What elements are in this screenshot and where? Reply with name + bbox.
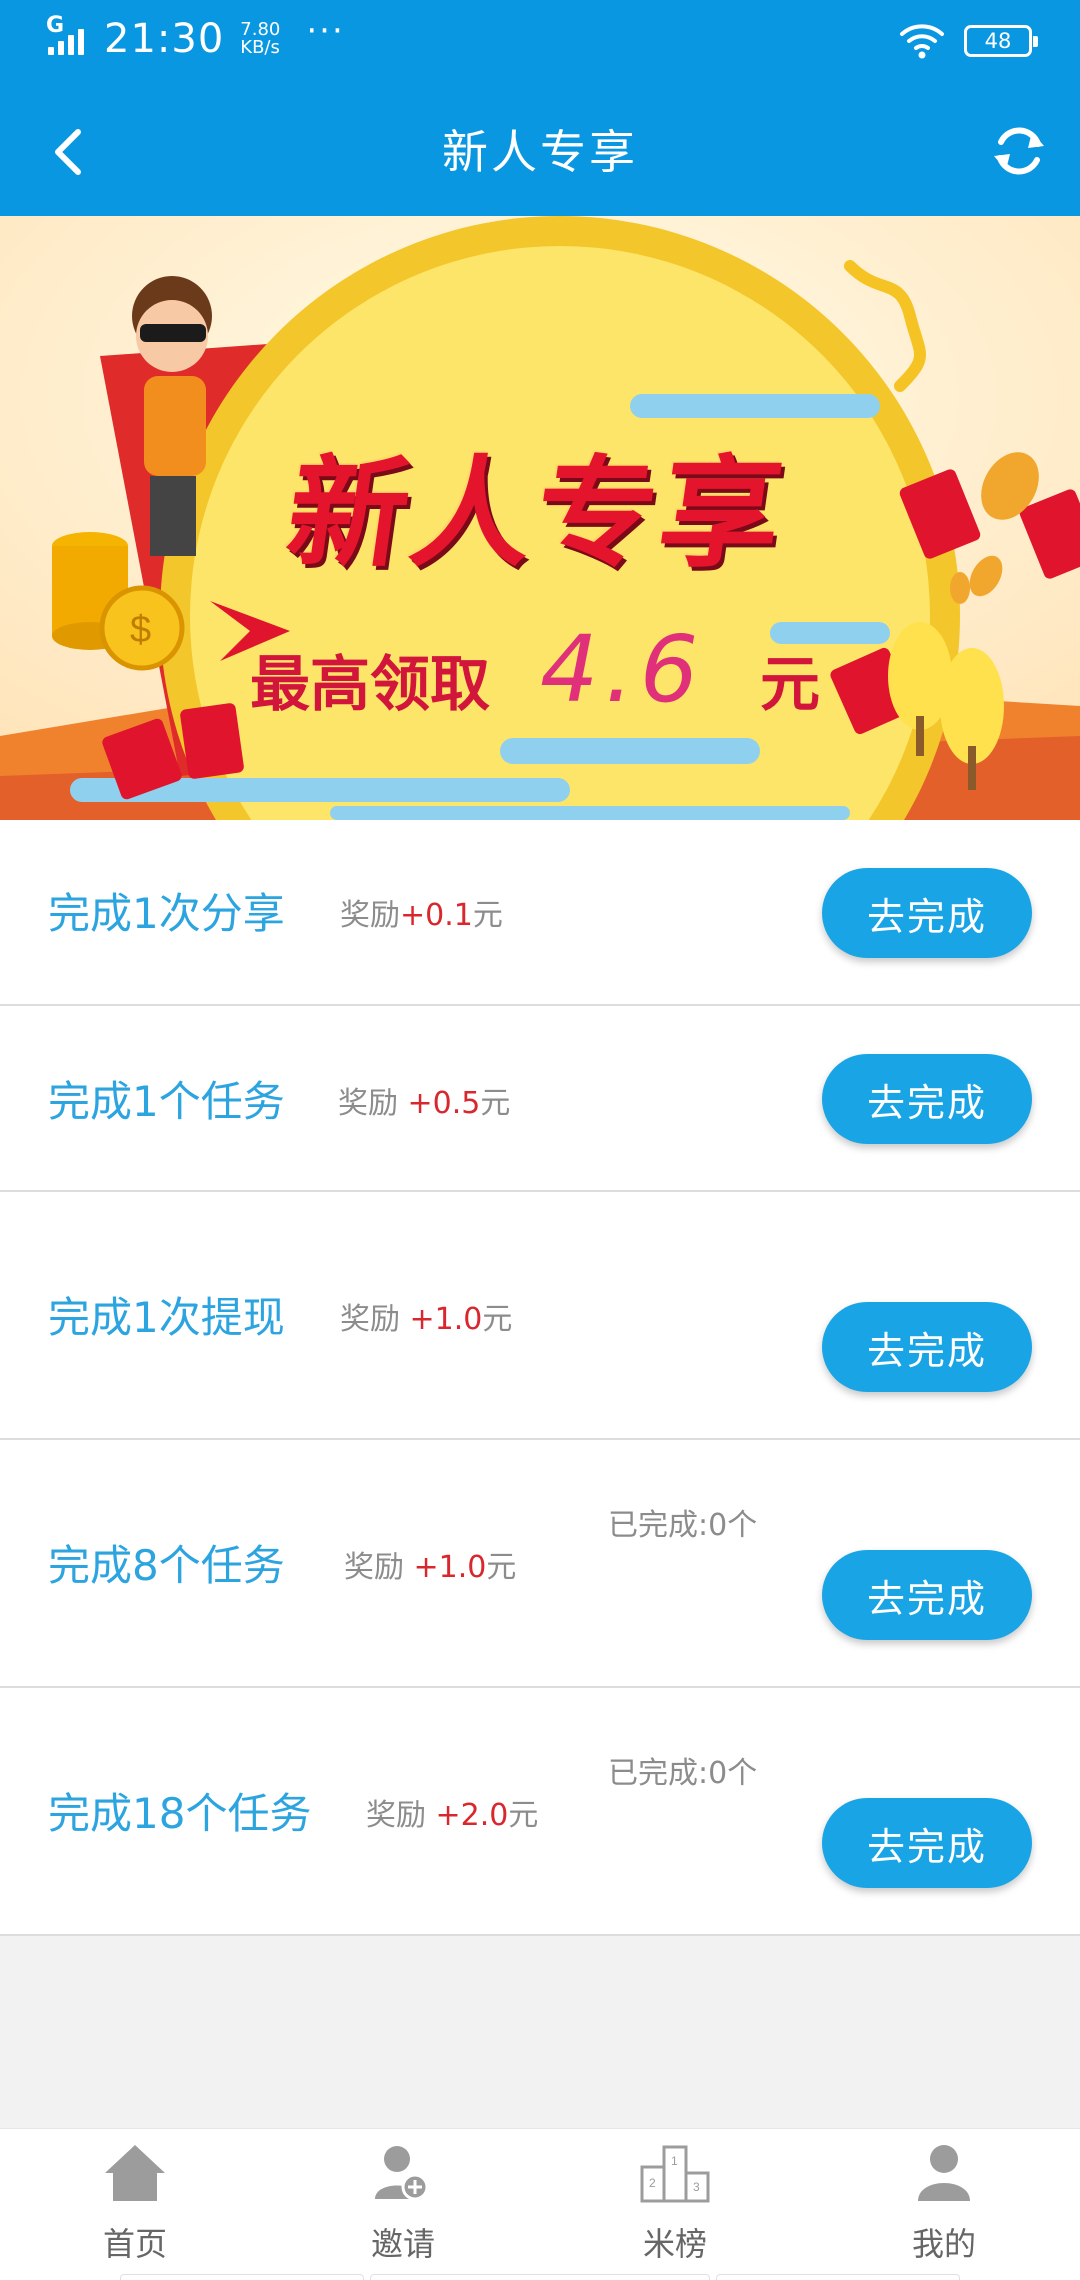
- nav-divider: [370, 2274, 710, 2280]
- complete-task-button[interactable]: 去完成: [822, 868, 1032, 958]
- banner-headline: 新人专享: [278, 445, 795, 584]
- page-title: 新人专享: [442, 125, 638, 179]
- reward-amount: +1.0: [409, 1302, 483, 1337]
- complete-task-button[interactable]: 去完成: [822, 1054, 1032, 1144]
- home-icon: [105, 2145, 165, 2201]
- nav-item-ranking[interactable]: 2 1 3 米榜: [595, 2143, 755, 2265]
- task-list: 完成1次分享 奖励+0.1元 去完成 完成1个任务 奖励 +0.5元 去完成 完…: [0, 820, 1080, 1936]
- task-name: 完成1次提现: [48, 1293, 285, 1342]
- task-name: 完成8个任务: [48, 1541, 285, 1590]
- app-header: 新人专享: [0, 86, 1080, 216]
- nav-label: 首页: [102, 2225, 167, 2263]
- profile-icon: [918, 2145, 970, 2201]
- reward-amount: +2.0: [435, 1798, 509, 1833]
- nav-divider: [120, 2274, 364, 2280]
- reward-label: 奖励: [366, 1798, 436, 1833]
- task-reward: 奖励 +1.0元: [344, 1542, 516, 1586]
- reward-amount: +0.1: [400, 898, 473, 933]
- completed-count: 已完成:0个: [608, 1508, 758, 1543]
- reward-label: 奖励: [340, 898, 400, 933]
- network-speed: 7.80 KB/s: [240, 21, 280, 57]
- task-row-eight-tasks: 完成8个任务 奖励 +1.0元 已完成:0个 去完成: [0, 1440, 1080, 1688]
- banner-text-layer: 新人专享 最高领取 4.6 元: [0, 216, 1080, 820]
- task-row-share: 完成1次分享 奖励+0.1元 去完成: [0, 820, 1080, 1006]
- nav-divider: [716, 2274, 960, 2280]
- nav-item-home[interactable]: 首页: [55, 2143, 215, 2265]
- signal-icon: G: [46, 13, 94, 59]
- svg-text:1: 1: [671, 2154, 678, 2168]
- completed-count: 已完成:0个: [608, 1756, 758, 1791]
- reward-label: 奖励: [338, 1086, 408, 1121]
- nav-label: 米榜: [642, 2225, 707, 2263]
- task-row-eighteen-tasks: 完成18个任务 奖励 +2.0元 已完成:0个 去完成: [0, 1688, 1080, 1936]
- complete-task-button[interactable]: 去完成: [822, 1550, 1032, 1640]
- battery-level: 48: [984, 29, 1012, 53]
- battery-icon: 48: [964, 25, 1038, 57]
- reward-amount: +1.0: [413, 1550, 487, 1585]
- reward-unit: 元: [480, 1086, 511, 1121]
- reward-label: 奖励: [340, 1302, 410, 1337]
- reward-unit: 元: [472, 898, 503, 933]
- promo-banner[interactable]: $ 新人专享 最高领取 4.6 元: [0, 216, 1080, 820]
- clock: 21:30: [104, 16, 225, 62]
- task-reward: 奖励+0.1元: [340, 890, 503, 934]
- nav-label: 我的: [911, 2225, 976, 2263]
- network-type: G: [46, 13, 65, 38]
- banner-unit: 元: [760, 650, 820, 720]
- task-name: 完成1次分享: [48, 889, 285, 938]
- nav-label: 邀请: [370, 2225, 435, 2263]
- banner-amount: 4.6: [540, 616, 705, 723]
- reward-unit: 元: [486, 1550, 517, 1585]
- svg-text:3: 3: [693, 2180, 700, 2194]
- task-name: 完成18个任务: [48, 1789, 312, 1838]
- reward-amount: +0.5: [407, 1086, 481, 1121]
- more-notifications-icon: ···: [306, 11, 345, 51]
- task-reward: 奖励 +1.0元: [340, 1294, 512, 1338]
- wifi-icon: [900, 24, 944, 59]
- task-reward: 奖励 +0.5元: [338, 1078, 510, 1122]
- task-name: 完成1个任务: [48, 1077, 285, 1126]
- reward-unit: 元: [508, 1798, 539, 1833]
- task-row-withdraw: 完成1次提现 奖励 +1.0元 去完成: [0, 1192, 1080, 1440]
- nav-item-profile[interactable]: 我的: [864, 2143, 1024, 2265]
- status-bar: G 21:30 7.80 KB/s ··· 48: [0, 0, 1080, 86]
- ranking-podium-icon: 2 1 3: [640, 2145, 710, 2203]
- task-reward: 奖励 +2.0元: [366, 1790, 538, 1834]
- reward-unit: 元: [482, 1302, 513, 1337]
- refresh-icon[interactable]: [988, 120, 1050, 182]
- svg-text:2: 2: [649, 2176, 656, 2190]
- complete-task-button[interactable]: 去完成: [822, 1302, 1032, 1392]
- task-row-one-task: 完成1个任务 奖励 +0.5元 去完成: [0, 1006, 1080, 1192]
- nav-item-invite[interactable]: 邀请: [323, 2143, 483, 2265]
- bottom-nav: 首页 邀请 2 1 3 米榜 我的: [0, 2128, 1080, 2280]
- network-speed-unit: KB/s: [240, 37, 280, 58]
- complete-task-button[interactable]: 去完成: [822, 1798, 1032, 1888]
- invite-user-icon: [375, 2146, 429, 2201]
- banner-sub-label: 最高领取: [250, 650, 490, 720]
- reward-label: 奖励: [344, 1550, 414, 1585]
